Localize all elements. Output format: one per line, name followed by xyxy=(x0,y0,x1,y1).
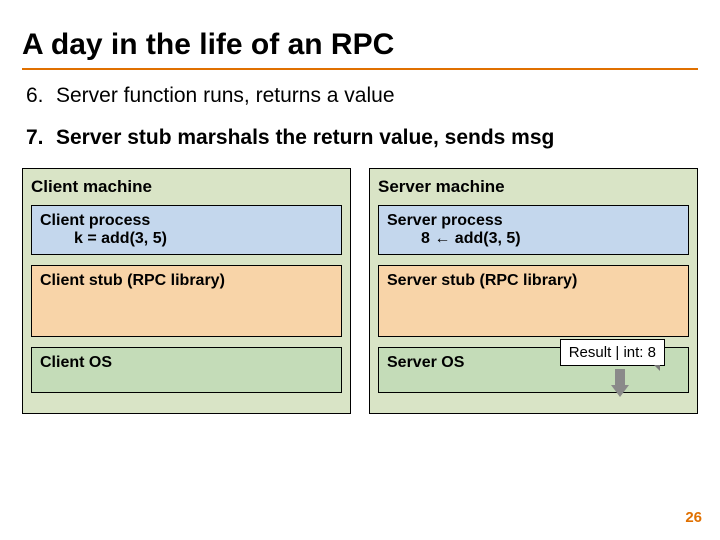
server-process-line2: 8 ← add(3, 5) xyxy=(387,230,680,248)
server-machine-box: Server machine Server process 8 ← add(3,… xyxy=(369,168,698,414)
client-process-box: Client process k = add(3, 5) xyxy=(31,205,342,255)
client-stub-box: Client stub (RPC library) xyxy=(31,265,342,337)
client-machine-box: Client machine Client process k = add(3,… xyxy=(22,168,351,414)
diagram: Client machine Client process k = add(3,… xyxy=(22,168,698,414)
slide-title: A day in the life of an RPC xyxy=(22,28,698,70)
list-text: Server function runs, returns a value xyxy=(56,84,395,108)
numbered-list: 6. Server function runs, returns a value… xyxy=(22,84,698,150)
client-machine-label: Client machine xyxy=(31,177,342,197)
client-stub-label: Client stub (RPC library) xyxy=(40,272,333,290)
list-item: 7. Server stub marshals the return value… xyxy=(22,126,698,150)
list-item: 6. Server function runs, returns a value xyxy=(22,84,698,108)
page-number: 26 xyxy=(685,509,702,526)
list-text: Server stub marshals the return value, s… xyxy=(56,126,554,150)
server-process-box: Server process 8 ← add(3, 5) xyxy=(378,205,689,255)
server-stub-label: Server stub (RPC library) xyxy=(387,272,680,290)
client-os-label: Client OS xyxy=(40,354,333,372)
server-machine-label: Server machine xyxy=(378,177,689,197)
result-badge: Result | int: 8 xyxy=(560,339,665,366)
client-process-line1: Client process xyxy=(40,212,333,230)
client-process-line2: k = add(3, 5) xyxy=(40,230,333,248)
list-number: 7. xyxy=(26,126,48,150)
server-stub-box: Server stub (RPC library) xyxy=(378,265,689,337)
server-process-line1: Server process xyxy=(387,212,680,230)
list-number: 6. xyxy=(26,84,48,108)
arrow-down-icon xyxy=(611,369,629,397)
client-os-box: Client OS xyxy=(31,347,342,393)
